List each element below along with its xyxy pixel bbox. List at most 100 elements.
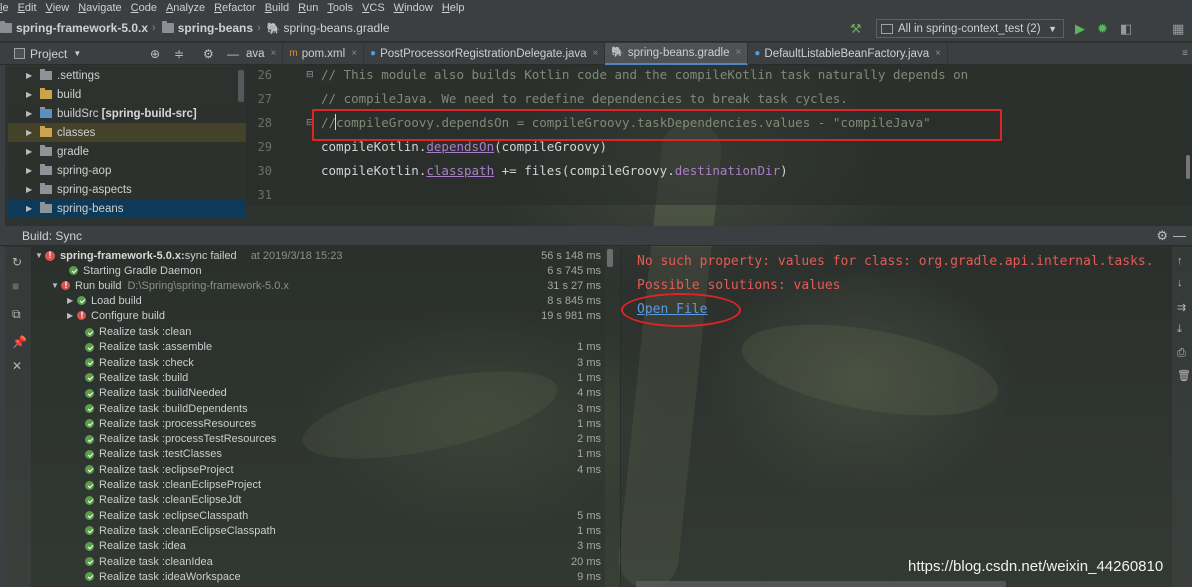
tree-item-build[interactable]: ▶ build (8, 85, 246, 104)
duration: 4 ms (577, 463, 601, 476)
tree-item-spring-aop[interactable]: ▶ spring-aop (8, 161, 246, 180)
project-panel-title: Project (30, 46, 68, 61)
arrow-up-icon[interactable]: ↑ (1177, 255, 1183, 267)
build-task-row[interactable]: Realize task :cleanEclipseClasspath 1 ms (31, 523, 605, 538)
arrow-down-icon[interactable]: ↓ (1177, 277, 1183, 289)
menu-item[interactable]: Tools (327, 2, 353, 14)
build-task-row[interactable]: Realize task :assemble 1 ms (31, 340, 605, 355)
fold-marker-icon[interactable]: ⊟ (306, 69, 314, 80)
close-icon[interactable]: × (736, 47, 742, 58)
build-row[interactable]: ▶ Configure build 19 s 981 ms (31, 308, 605, 323)
tree-item-spring-aspects[interactable]: ▶ spring-aspects (8, 180, 246, 199)
run-configuration-select[interactable]: All in spring-context_test (2) ▼ (876, 19, 1064, 38)
project-view-selector[interactable]: Project ▼ (14, 47, 81, 61)
build-task-row[interactable]: Realize task :check 3 ms (31, 355, 605, 370)
pin-icon[interactable]: 📌 (12, 335, 27, 349)
gear-icon[interactable]: ⚙ (1156, 228, 1168, 244)
duration: 1 ms (577, 341, 601, 354)
expand-arrow-icon: ▶ (26, 90, 33, 99)
coverage-icon[interactable]: ◧ (1120, 21, 1132, 37)
scroll-to-end-icon[interactable]: ⤓ (1177, 323, 1182, 336)
menu-item[interactable]: Refactor (214, 2, 256, 14)
build-task-row[interactable]: Realize task :clean (31, 325, 605, 340)
breadcrumb-module[interactable]: spring-beans › (161, 21, 261, 35)
build-row[interactable]: Starting Gradle Daemon 6 s 745 ms (31, 263, 605, 278)
editor-scrollbar[interactable] (1186, 155, 1190, 179)
build-row[interactable]: ▼ Run build D:\Spring\spring-framework-5… (31, 278, 605, 293)
debug-icon[interactable]: ✹ (1097, 21, 1108, 37)
build-task-row[interactable]: Realize task :buildNeeded 4 ms (31, 386, 605, 401)
code-token: += files(compileGroovy. (494, 163, 675, 178)
breadcrumb-project[interactable]: spring-framework-5.0.x › (0, 21, 156, 35)
menu-item[interactable]: Edit (18, 2, 37, 14)
menu-item[interactable]: Analyze (166, 2, 205, 14)
build-task-row[interactable]: Realize task :cleanEclipseProject (31, 478, 605, 493)
build-root-row[interactable]: ▼ spring-framework-5.0.x: sync failed at… (31, 248, 605, 263)
soft-wrap-icon[interactable]: ⇉ (1177, 301, 1186, 314)
menu-item[interactable]: Window (394, 2, 433, 14)
print-icon[interactable]: ⎙ (1177, 347, 1186, 360)
tree-item-classes[interactable]: ▶ classes (8, 123, 246, 142)
project-structure-icon[interactable]: ▦ (1172, 21, 1184, 37)
build-tree: ▼ spring-framework-5.0.x: sync failed at… (31, 247, 605, 587)
build-task-row[interactable]: Realize task :cleanEclipseJdt (31, 493, 605, 508)
tree-item-spring-beans[interactable]: ▶ spring-beans (8, 199, 246, 218)
build-task-row[interactable]: Realize task :testClasses 1 ms (31, 447, 605, 462)
build-task-row[interactable]: Realize task :buildDependents 3 ms (31, 401, 605, 416)
close-icon[interactable]: × (271, 48, 277, 59)
trash-icon[interactable]: 🗑 (1177, 369, 1191, 382)
build-row[interactable]: ▶ Load build 8 s 845 ms (31, 293, 605, 308)
tab-postprocessor[interactable]: ● PostProcessorRegistrationDelegate.java… (364, 42, 606, 65)
project-scrollbar[interactable] (238, 70, 244, 102)
line-number: 27 (257, 92, 272, 106)
build-status: sync failed (184, 249, 237, 262)
build-task-row[interactable]: Realize task :processResources 1 ms (31, 416, 605, 431)
menu-item[interactable]: le (0, 2, 9, 14)
output-hscrollbar[interactable] (636, 581, 1006, 587)
collapse-all-icon[interactable]: ≑ (174, 47, 184, 61)
project-icon (14, 48, 25, 59)
breadcrumb-file[interactable]: 🐘 spring-beans.gradle (267, 21, 390, 35)
build-task-row[interactable]: Realize task :ideaWorkspace 9 ms (31, 569, 605, 584)
tab-defaultlistable[interactable]: ● DefaultListableBeanFactory.java × (748, 42, 948, 65)
menu-item[interactable]: Build (265, 2, 289, 14)
stop-icon[interactable]: ■ (12, 279, 19, 293)
close-icon[interactable]: ✕ (12, 359, 22, 373)
minimize-icon[interactable]: — (1173, 228, 1186, 243)
minimize-icon[interactable]: — (227, 47, 239, 61)
folder-icon (40, 69, 52, 80)
run-icon[interactable]: ▶ (1075, 21, 1085, 37)
build-task-row[interactable]: Realize task :cleanIdea 20 ms (31, 554, 605, 569)
refresh-icon[interactable]: ↻ (12, 255, 22, 269)
success-icon (85, 327, 94, 337)
build-task-row[interactable]: Realize task :idea 3 ms (31, 539, 605, 554)
menu-item[interactable]: Run (298, 2, 318, 14)
close-icon[interactable]: × (935, 48, 941, 59)
menu-item[interactable]: Help (442, 2, 465, 14)
duration: 1 ms (577, 417, 601, 430)
menu-bar: le Edit View Navigate Code Analyze Refactor Bui… (0, 0, 1192, 15)
menu-item[interactable]: Code (131, 2, 157, 14)
success-icon (85, 541, 94, 551)
target-icon[interactable]: ⊕ (150, 47, 160, 61)
build-task-row[interactable]: Realize task :build 1 ms (31, 370, 605, 385)
build-task-row[interactable]: Realize task :processTestResources 2 ms (31, 432, 605, 447)
menu-item[interactable]: VCS (362, 2, 385, 14)
tab-pom-xml[interactable]: m pom.xml × (283, 42, 365, 65)
tree-item-buildsrc[interactable]: ▶ buildSrc [spring-build-src] (8, 104, 246, 123)
build-tree-scrollbar[interactable] (607, 249, 613, 267)
tab-list-icon[interactable]: ≡ (1182, 48, 1188, 59)
toggle-view-icon[interactable]: ⧉ (12, 307, 21, 322)
hammer-build-icon[interactable]: ⚒ (850, 21, 862, 37)
gear-icon[interactable]: ⚙ (203, 47, 214, 61)
menu-item[interactable]: View (46, 2, 70, 14)
tab-spring-beans-gradle[interactable]: 🐘 spring-beans.gradle × (605, 42, 749, 65)
menu-item[interactable]: Navigate (78, 2, 121, 14)
tree-item-gradle[interactable]: ▶ gradle (8, 142, 246, 161)
build-task-row[interactable]: Realize task :eclipseClasspath 5 ms (31, 508, 605, 523)
tree-item-settings[interactable]: ▶ .settings (8, 66, 246, 85)
close-icon[interactable]: × (351, 48, 357, 59)
build-task-row[interactable]: Realize task :eclipseProject 4 ms (31, 462, 605, 477)
tab-java-partial[interactable]: ava × (246, 42, 284, 65)
close-icon[interactable]: × (593, 48, 599, 59)
